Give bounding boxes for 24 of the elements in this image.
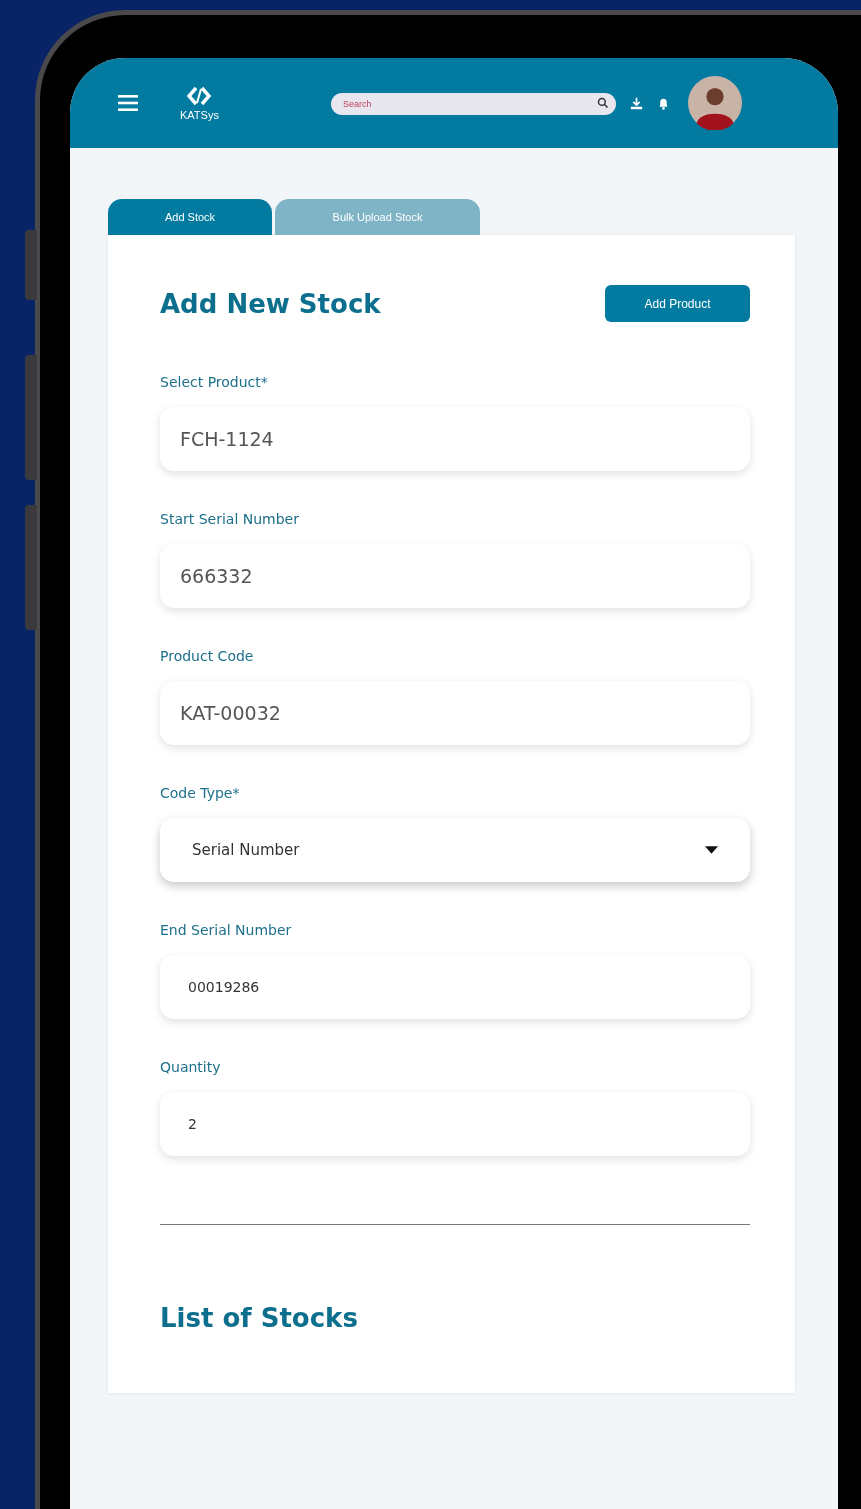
download-icon[interactable]: [629, 96, 643, 110]
field-label: Quantity: [160, 1059, 222, 1075]
search-field[interactable]: Search: [330, 93, 616, 115]
field-label: Product Code: [160, 648, 255, 664]
list-title: List of Stocks: [160, 1303, 359, 1333]
menu-icon[interactable]: [118, 95, 138, 111]
field-label: End Serial Number: [160, 922, 293, 938]
field-label: Select Product*: [160, 374, 269, 390]
avatar[interactable]: [687, 76, 742, 130]
input-field[interactable]: KAT-00032: [160, 681, 750, 745]
input-field[interactable]: 666332: [160, 544, 750, 608]
field-label: Code Type*: [160, 785, 241, 801]
caret-icon: [705, 845, 718, 855]
input-field[interactable]: 00019286: [160, 955, 750, 1019]
tab[interactable]: Add Stock: [108, 199, 272, 235]
form-title: Add New Stock: [160, 288, 381, 319]
input-field[interactable]: FCH-1124: [160, 407, 750, 471]
input-field[interactable]: 2: [160, 1092, 750, 1156]
search-icon[interactable]: [596, 97, 609, 109]
logo-text: KATSys: [180, 108, 219, 121]
add-product-button[interactable]: Add Product: [605, 285, 750, 322]
dropdown[interactable]: Serial Number: [160, 818, 750, 882]
code-brackets-icon: [187, 85, 212, 106]
field-label: Start Serial Number: [160, 511, 300, 527]
